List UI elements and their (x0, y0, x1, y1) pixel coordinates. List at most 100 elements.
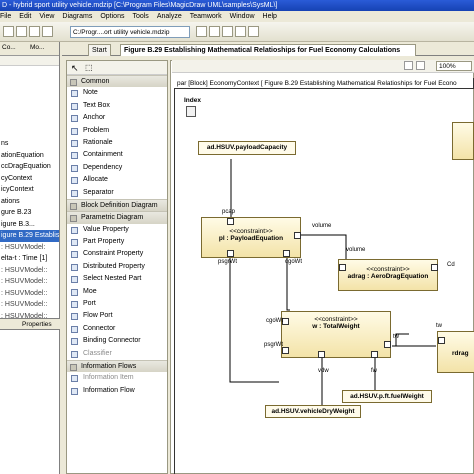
palette-item-text-box[interactable]: Text Box (67, 100, 167, 112)
palette-group-parametric[interactable]: Parametric Diagram (67, 211, 167, 224)
tree-item[interactable]: ationEquation (0, 150, 59, 162)
palette-item-label: Anchor (83, 114, 106, 122)
palette-item-port[interactable]: Port (67, 298, 167, 310)
palette-item-information-flow[interactable]: Information Flow (67, 385, 167, 397)
label-volume: volume (346, 247, 366, 253)
menu-view[interactable]: View (39, 13, 54, 20)
menu-help[interactable]: Help (263, 13, 277, 20)
diagram-icon[interactable] (222, 26, 233, 37)
tree-item[interactable]: : HSUVModel:: (0, 276, 59, 288)
tab-start[interactable]: Start (88, 44, 111, 56)
tree-item[interactable]: ns (0, 138, 59, 150)
label-tw: tw (436, 323, 442, 329)
label-volume: volume (312, 223, 332, 229)
collapse-icon (70, 79, 77, 86)
cut-icon[interactable] (42, 26, 53, 37)
menu-options[interactable]: Options (100, 13, 124, 20)
open-icon[interactable] (16, 26, 27, 37)
palette-item-label: Text Box (83, 101, 110, 109)
tree-item[interactable]: : HSUVModel:: (0, 265, 59, 277)
menu-teamwork[interactable]: Teamwork (190, 13, 222, 20)
tree-item[interactable]: igure B.3... (0, 219, 59, 231)
menu-analyze[interactable]: Analyze (157, 13, 182, 20)
port-tw-rdrag[interactable] (438, 337, 445, 344)
palette-item-value-property[interactable]: Value Property (67, 224, 167, 236)
palette-item-distributed-property[interactable]: Distributed Property (67, 261, 167, 273)
fuel-weight-property[interactable]: ad.HSUV.p.ft.fuelWeight (342, 390, 432, 403)
menu-edit[interactable]: Edit (19, 13, 31, 20)
tree-item[interactable]: : HSUVModel: (0, 242, 59, 254)
pointer-icon[interactable]: ↖ (71, 63, 79, 74)
collapse-icon (70, 363, 77, 371)
part-property-icon (71, 239, 78, 247)
palette-item-connector[interactable]: Connector (67, 323, 167, 335)
menu-window[interactable]: Window (230, 13, 255, 20)
port-psgrwt-w[interactable] (282, 347, 289, 354)
window-title-bar: D - hybrid sport utility vehicle.mdzip [… (0, 0, 474, 11)
tree-item[interactable]: ccDragEquation (0, 161, 59, 173)
tab-containment[interactable]: Co... (2, 44, 16, 51)
palette-item-separator[interactable]: Separator (67, 187, 167, 199)
palette-item-moe[interactable]: Moe (67, 286, 167, 298)
port-tw-w[interactable] (384, 341, 391, 348)
partial-constraint-block[interactable] (452, 122, 474, 160)
palette-item-problem[interactable]: Problem (67, 125, 167, 137)
palette-group-bdd[interactable]: Block Definition Diagram (67, 198, 167, 212)
palette-group-label: Parametric Diagram (81, 214, 144, 222)
new-icon[interactable] (3, 26, 14, 37)
port-fw-w[interactable] (371, 351, 378, 358)
project-path-field[interactable]: C:/Progr....ort utility vehicle.mdzip (70, 26, 190, 38)
port-cd-adrag[interactable] (431, 264, 438, 271)
port-psgrwt-pl[interactable] (227, 250, 234, 257)
tree-item[interactable]: : HSUVModel:: (0, 299, 59, 311)
palette-item-allocate[interactable]: Allocate (67, 174, 167, 186)
forward-icon[interactable] (209, 26, 220, 37)
zoom-out-icon[interactable] (248, 26, 259, 37)
save-icon[interactable] (29, 26, 40, 37)
port-volume-adrag[interactable] (339, 264, 346, 271)
connector-cgowt (286, 258, 290, 311)
tab-figure-b29[interactable]: Figure B.29 Establishing Mathematical Re… (120, 44, 416, 56)
tree-item[interactable]: ations (0, 196, 59, 208)
port-cgowt-pl[interactable] (283, 250, 290, 257)
palette-item-binding-connector[interactable]: Binding Connector (67, 335, 167, 347)
tab-properties[interactable]: Properties (22, 321, 52, 328)
zoom-in-icon[interactable] (235, 26, 246, 37)
palette-item-anchor[interactable]: Anchor (67, 112, 167, 124)
palette-item-dependency[interactable]: Dependency (67, 162, 167, 174)
port-volume-pl[interactable] (294, 232, 301, 239)
tree-item[interactable]: elta-t : Time [1] (0, 253, 59, 265)
menu-diagrams[interactable]: Diagrams (62, 13, 92, 20)
expand-icon (70, 202, 77, 210)
menu-tools[interactable]: Tools (132, 13, 148, 20)
menu-file[interactable]: File (0, 13, 11, 20)
palette-item-select-nested-part[interactable]: Select Nested Part (67, 273, 167, 285)
tree-item[interactable]: icyContext (0, 184, 59, 196)
palette-item-rationale[interactable]: Rationale (67, 137, 167, 149)
tree-item[interactable]: gure B.23 (0, 207, 59, 219)
constraint-stereotype: <<constraint>> (229, 228, 273, 235)
tree-item[interactable]: : HSUVModel:: (0, 288, 59, 300)
port-icon (71, 301, 78, 309)
collapse-icon (70, 215, 77, 223)
palette-item-constraint-property[interactable]: Constraint Property (67, 248, 167, 260)
port-vdw-w[interactable] (318, 351, 325, 358)
select-icon[interactable]: ⬚ (85, 63, 93, 72)
back-icon[interactable] (196, 26, 207, 37)
palette-item-label: Moe (83, 287, 97, 295)
port-cgowt-w[interactable] (282, 318, 289, 325)
palette-item-flow-port[interactable]: Flow Port (67, 310, 167, 322)
constraint-name: adrag : AeroDragEquation (347, 273, 429, 280)
palette-item-part-property[interactable]: Part Property (67, 236, 167, 248)
palette-group-information-flows[interactable]: Information Flows (67, 359, 167, 373)
vehicle-dry-weight-property[interactable]: ad.HSUV.vehicleDryWeight (265, 405, 361, 418)
tree-item[interactable]: cyContext (0, 173, 59, 185)
payload-capacity-property[interactable]: ad.HSUV.payloadCapacity (198, 141, 296, 155)
aero-drag-equation-constraint[interactable]: <<constraint>> adrag : AeroDragEquation (338, 259, 438, 291)
palette-group-common[interactable]: Common (67, 75, 167, 88)
palette-item-containment[interactable]: Containment (67, 149, 167, 161)
palette-item-note[interactable]: Note (67, 87, 167, 99)
tree-item-selected[interactable]: igure B.29 Establis (0, 230, 59, 242)
port-pcap[interactable] (227, 218, 234, 225)
tab-model[interactable]: Mo... (30, 44, 44, 51)
